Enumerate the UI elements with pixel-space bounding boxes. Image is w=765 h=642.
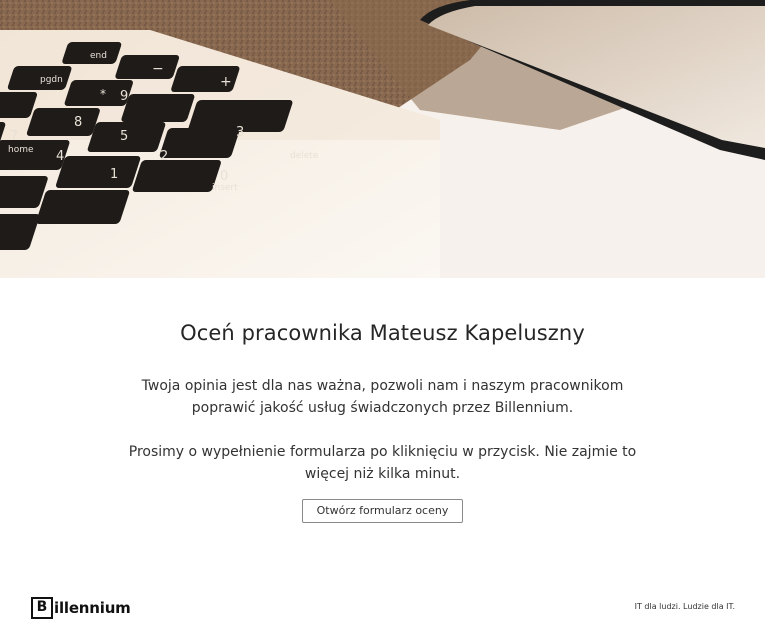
key-label: delete — [290, 151, 319, 161]
keyboard-phone-photo: end pgdn − + * 9 8 7 5 4 2 3 1 0 home in… — [0, 0, 765, 278]
billennium-logo[interactable]: B illennium — [31, 595, 131, 621]
key-label: − — [152, 61, 164, 77]
key-label: 1 — [110, 167, 118, 182]
key-label: end — [90, 51, 107, 61]
key-label: * — [100, 87, 106, 101]
page-title: Oceń pracownika Mateusz Kapeluszny — [180, 321, 585, 345]
instruction-paragraph: Prosimy o wypełnienie formularza po klik… — [128, 444, 637, 483]
intro-paragraph: Twoja opinia jest dla nas ważna, pozwoli… — [141, 378, 624, 417]
key-label: 3 — [236, 125, 244, 140]
email-page: end pgdn − + * 9 8 7 5 4 2 3 1 0 home in… — [0, 0, 765, 642]
key-label: insert — [212, 183, 238, 193]
key-label: 0 — [220, 169, 228, 184]
key-label: 9 — [120, 89, 128, 104]
key-label: + — [220, 74, 232, 90]
footer-tagline: IT dla ludzi. Ludzie dla IT. — [634, 602, 735, 611]
logo-mark: B — [31, 597, 53, 619]
open-form-button[interactable]: Otwórz formularz oceny — [301, 499, 464, 524]
key-label: 2 — [160, 149, 168, 164]
key-label: 5 — [120, 129, 128, 144]
key-label: pgdn — [40, 75, 63, 85]
key-label: 7 — [10, 129, 18, 144]
hero-image: end pgdn − + * 9 8 7 5 4 2 3 1 0 home in… — [0, 0, 765, 278]
logo-wordmark: illennium — [54, 599, 131, 617]
key-label: home — [8, 145, 34, 155]
key-label: 4 — [56, 149, 64, 164]
main-content: Oceń pracownika Mateusz Kapeluszny Twoja… — [0, 320, 765, 524]
key-label: 8 — [74, 115, 82, 130]
